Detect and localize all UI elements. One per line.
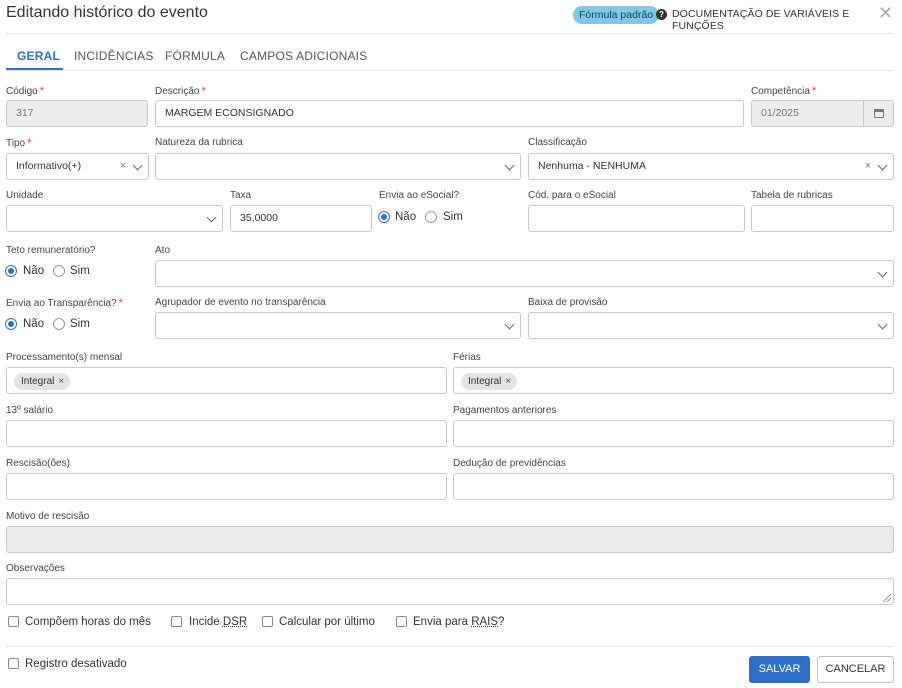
save-button[interactable]: SALVAR [749,656,810,683]
tab-formula[interactable]: FÓRMULA [165,49,225,63]
pag-anteriores-label: Pagamentos anteriores [453,405,557,416]
baixa-label: Baixa de provisão [528,297,608,308]
tab-incidencias[interactable]: INCIDÊNCIAS [74,49,154,63]
competencia-label: Competência * [751,85,817,97]
clear-icon[interactable]: × [865,154,871,179]
deducao-multiselect[interactable] [453,473,894,500]
teto-nao-label: Não [23,265,45,277]
calendar-icon[interactable] [863,101,893,126]
competencia-field[interactable]: 01/2025 [751,100,894,127]
taxa-label: Taxa [230,190,252,201]
help-icon[interactable]: ? [656,9,667,20]
resize-handle-icon[interactable] [883,594,891,602]
processamento-label: Processamento(s) mensal [6,352,123,363]
competencia-value: 01/2025 [761,107,799,119]
codigo-field: 317 [6,100,148,127]
natureza-select[interactable] [155,153,521,180]
ato-select[interactable] [155,260,894,287]
desativado-label: Registro desativado [25,658,127,670]
unidade-label: Unidade [6,190,44,201]
page-title: Editando histórico do evento [6,4,208,21]
rais-label: Envia para RAIS? [413,616,505,628]
tabela-rubricas-field[interactable] [751,205,894,232]
esocial-label: Envia ao eSocial? [379,190,460,201]
horas-checkbox[interactable] [8,616,19,627]
ferias-label: Férias [453,352,481,363]
observacoes-textarea[interactable] [6,578,894,605]
dsr-label: Incide DSR [189,616,248,628]
tipo-select[interactable]: Informativo(+) × [6,153,149,180]
teto-label: Teto remuneratório? [6,245,96,256]
transparencia-sim-label: Sim [70,318,90,330]
chevron-down-icon[interactable] [877,160,888,171]
transparencia-nao-label: Não [23,318,45,330]
transparencia-radio-nao[interactable] [5,318,17,330]
chevron-down-icon[interactable] [877,267,888,278]
unidade-select[interactable] [6,205,223,232]
codigo-label: Código * [6,85,44,97]
chevron-down-icon[interactable] [504,319,515,330]
observacoes-label: Observações [6,563,65,574]
formula-badge[interactable]: Fórmula padrão [573,6,660,24]
ato-label: Ato [155,245,171,256]
horas-label: Compõem horas do mês [25,616,151,628]
remove-chip-icon[interactable]: × [505,376,511,387]
agrupador-select[interactable] [155,312,521,339]
rais-checkbox[interactable] [396,616,407,627]
transparencia-label: Envia ao Transparência? * [6,297,123,309]
close-icon[interactable]: ✕ [878,4,893,22]
remove-chip-icon[interactable]: × [58,376,64,387]
motivo-label: Motivo de rescisão [6,511,90,522]
tipo-value: Informativo(+) [16,160,82,172]
tabela-rubricas-label: Tabela de rubricas [751,190,833,201]
rescisao-label: Rescisão(ões) [6,458,70,469]
agrupador-label: Agrupador de evento no transparência [155,297,326,308]
pag-anteriores-multiselect[interactable] [453,420,894,447]
esocial-radio-sim[interactable] [425,211,437,223]
cod-esocial-label: Cód. para o eSocial [528,190,616,201]
esocial-nao-label: Não [395,211,417,223]
cod-esocial-field[interactable] [528,205,745,232]
documentation-link[interactable]: DOCUMENTAÇÃO DE VARIÁVEIS E FUNÇÕES [672,8,902,32]
descricao-label: Descrição * [155,85,206,97]
processamento-multiselect[interactable]: Integral × [6,367,447,394]
deducao-label: Dedução de previdências [453,458,566,469]
desativado-checkbox[interactable] [8,658,19,669]
chevron-down-icon[interactable] [877,319,888,330]
tab-geral[interactable]: GERAL [17,49,60,63]
esocial-radio-nao[interactable] [378,211,390,223]
chip: Integral × [14,373,71,390]
chevron-down-icon[interactable] [132,160,143,171]
decimo-label: 13º salário [6,405,54,416]
taxa-field[interactable]: 35,0000 [230,205,372,232]
rescisao-multiselect[interactable] [6,473,447,500]
classificacao-value: Nenhuma - NENHUMA [538,160,646,172]
chip: Integral × [461,373,518,390]
baixa-select[interactable] [528,312,894,339]
decimo-multiselect[interactable] [6,420,447,447]
classificacao-select[interactable]: Nenhuma - NENHUMA × [528,153,894,180]
teto-radio-sim[interactable] [53,265,65,277]
chevron-down-icon[interactable] [206,212,217,223]
transparencia-radio-sim[interactable] [53,318,65,330]
ultimo-label: Calcular por último [279,616,375,628]
clear-icon[interactable]: × [120,154,126,179]
teto-radio-nao[interactable] [5,265,17,277]
natureza-label: Natureza da rubrica [155,137,243,148]
divider [6,33,894,34]
ultimo-checkbox[interactable] [262,616,273,627]
tipo-label: Tipo * [6,137,32,149]
esocial-sim-label: Sim [443,211,463,223]
ferias-multiselect[interactable]: Integral × [453,367,894,394]
descricao-field[interactable]: MARGEM ECONSIGNADO [155,100,744,127]
tab-campos-adicionais[interactable]: CAMPOS ADICIONAIS [240,49,367,63]
cancel-button[interactable]: CANCELAR [817,656,894,683]
teto-sim-label: Sim [70,265,90,277]
classificacao-label: Classificação [528,137,587,148]
footer-divider [6,646,894,647]
dsr-checkbox[interactable] [171,616,182,627]
motivo-field [6,526,894,553]
chevron-down-icon[interactable] [504,160,515,171]
tabs-divider [6,70,894,71]
